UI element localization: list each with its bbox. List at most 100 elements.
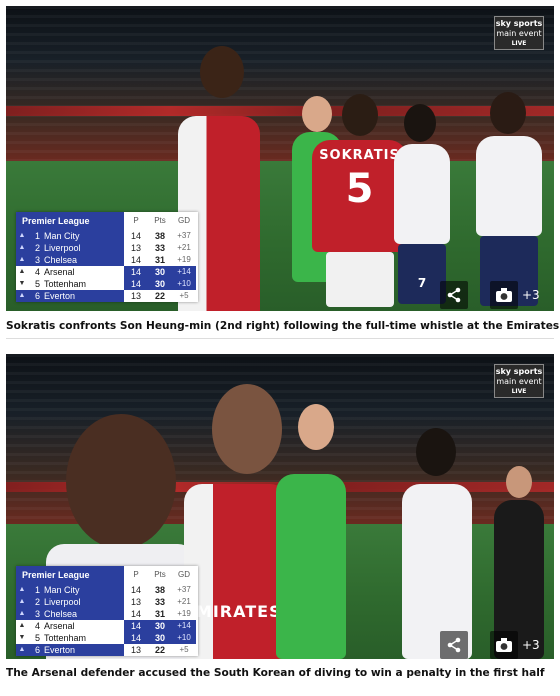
league-table: Premier League P Pts GD ▲ 1 Man City 14 38 +37 ▲ 2 L… <box>16 212 198 302</box>
team-name: Chelsea <box>44 609 78 619</box>
team-name: Chelsea <box>44 255 78 265</box>
table-row: ▼ 5 Tottenham 14 30 +10 <box>16 278 198 290</box>
logo-line: main event <box>496 29 542 38</box>
position: 3 <box>34 255 40 265</box>
team-name: Man City <box>44 231 80 241</box>
played: 13 <box>130 291 141 301</box>
position: 1 <box>34 231 40 241</box>
table-row: ▲ 2 Liverpool 13 33 +21 <box>16 596 198 608</box>
logo-line: sky sports <box>495 19 543 28</box>
shirt-name: SOKRATIS <box>319 148 400 163</box>
divider <box>6 338 554 339</box>
position: 6 <box>34 645 40 655</box>
player-son <box>402 428 472 659</box>
match-photo[interactable]: SOKRATIS 5 7 sky sports main event LIVE … <box>6 6 554 311</box>
team-name: Tottenham <box>44 279 87 289</box>
goal-difference: +10 <box>172 632 196 644</box>
table-row: ▼ 5 Tottenham 14 30 +10 <box>16 632 198 644</box>
movement-icon: ▼ <box>18 634 26 641</box>
points: 33 <box>154 597 165 607</box>
player-figure <box>476 92 546 311</box>
gallery-button[interactable]: +3 <box>490 281 540 309</box>
broadcaster-logo: sky sports main event LIVE <box>494 364 544 398</box>
movement-icon: ▲ <box>18 622 26 629</box>
movement-icon: ▲ <box>18 598 26 605</box>
share-button[interactable] <box>440 631 468 659</box>
played: 14 <box>124 266 148 278</box>
points: 30 <box>148 620 172 632</box>
league-name: Premier League <box>16 212 124 230</box>
table-row: ▲ 3 Chelsea 14 31 +19 <box>16 254 198 266</box>
photo-caption: Sokratis confronts Son Heung-min (2nd ri… <box>6 320 560 332</box>
table-row: ▲ 1 Man City 14 38 +37 <box>16 584 198 596</box>
team-name: Arsenal <box>44 267 75 277</box>
league-table: Premier League P Pts GD ▲ 1 Man City 14 38 +37 ▲ 2 L… <box>16 566 198 656</box>
movement-icon: ▼ <box>18 280 26 287</box>
goal-difference: +37 <box>177 231 191 240</box>
points: 38 <box>154 231 165 241</box>
goal-difference: +10 <box>172 278 196 290</box>
movement-icon: ▲ <box>18 244 26 251</box>
match-photo[interactable]: EMIRATES sky sports main event LIVE Prem… <box>6 354 554 659</box>
team-name: Everton <box>44 645 76 655</box>
team-name: Liverpool <box>44 243 81 253</box>
position: 4 <box>34 267 40 277</box>
points: 38 <box>154 585 165 595</box>
table-row: ▲ 1 Man City 14 38 +37 <box>16 230 198 242</box>
goal-difference: +14 <box>172 266 196 278</box>
stadium-stands <box>6 6 554 161</box>
points: 31 <box>154 609 165 619</box>
played: 14 <box>124 620 148 632</box>
table-row: ▲ 3 Chelsea 14 31 +19 <box>16 608 198 620</box>
goal-difference: +19 <box>177 255 191 264</box>
team-name: Everton <box>44 291 76 301</box>
movement-icon: ▲ <box>18 586 26 593</box>
position: 2 <box>34 243 40 253</box>
position: 2 <box>34 597 40 607</box>
player-figure <box>276 404 346 659</box>
gallery-count: +3 <box>522 288 540 302</box>
played: 14 <box>130 255 141 265</box>
camera-icon <box>490 281 518 309</box>
goal-difference: +21 <box>177 597 191 606</box>
goal-difference: +19 <box>177 609 191 618</box>
share-icon <box>447 637 461 653</box>
share-button[interactable] <box>440 281 468 309</box>
advertising-board <box>6 106 554 116</box>
column-header: GD <box>178 216 190 225</box>
goal-difference: +5 <box>179 645 189 654</box>
logo-line: sky sports <box>495 367 543 376</box>
played: 14 <box>124 632 148 644</box>
shirt-number: 5 <box>345 166 374 212</box>
played: 14 <box>124 278 148 290</box>
team-name: Tottenham <box>44 633 87 643</box>
table-row: ▲ 2 Liverpool 13 33 +21 <box>16 242 198 254</box>
broadcaster-logo: sky sports main event LIVE <box>494 16 544 50</box>
played: 13 <box>130 645 141 655</box>
goal-difference: +14 <box>172 620 196 632</box>
points: 33 <box>154 243 165 253</box>
share-icon <box>447 287 461 303</box>
played: 14 <box>130 585 141 595</box>
photo-caption: The Arsenal defender accused the South K… <box>6 667 545 679</box>
table-header: Premier League P Pts GD <box>16 212 198 230</box>
movement-icon: ▲ <box>18 292 26 299</box>
points: 22 <box>154 291 165 301</box>
goal-difference: +37 <box>177 585 191 594</box>
table-header: Premier League P Pts GD <box>16 566 198 584</box>
player-son: 7 <box>394 104 450 311</box>
gallery-count: +3 <box>522 638 540 652</box>
gallery-button[interactable]: +3 <box>490 631 540 659</box>
shirt-sponsor: EMIRATES <box>184 602 282 621</box>
position: 5 <box>34 633 40 643</box>
goal-difference: +21 <box>177 243 191 252</box>
column-header: P <box>133 216 139 225</box>
table-row: ▲ 4 Arsenal 14 30 +14 <box>16 620 198 632</box>
movement-icon: ▲ <box>18 610 26 617</box>
table-row: ▲ 6 Everton 13 22 +5 <box>16 644 198 656</box>
position: 1 <box>34 585 40 595</box>
league-name: Premier League <box>16 566 124 584</box>
points: 30 <box>148 278 172 290</box>
column-header: Pts <box>154 570 166 579</box>
movement-icon: ▲ <box>18 646 26 653</box>
